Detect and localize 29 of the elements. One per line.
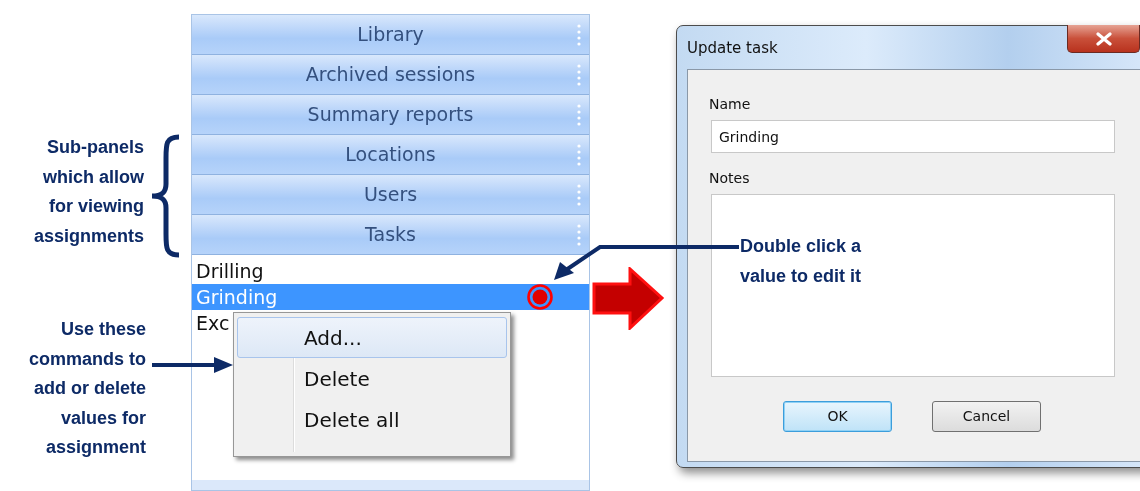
- grip-icon: [577, 104, 581, 126]
- grip-icon: [577, 224, 581, 246]
- field-label: Name: [709, 95, 751, 114]
- grip-icon: [577, 64, 581, 86]
- dialog-button[interactable]: OK: [783, 401, 892, 432]
- annotation-text: Use these commands to add or delete values for assignment: [28, 318, 146, 459]
- panel-section-header[interactable]: Users: [192, 175, 589, 215]
- panel-section-header[interactable]: Tasks: [192, 215, 589, 255]
- grip-icon: [577, 24, 581, 46]
- grip-icon: [577, 144, 581, 166]
- notes-field[interactable]: [711, 194, 1115, 377]
- grip-icon: [577, 184, 581, 206]
- panel-section-header[interactable]: Locations: [192, 135, 589, 175]
- field-label: Notes: [709, 169, 750, 188]
- menu-item[interactable]: Add...: [237, 317, 507, 358]
- window-title: Update task: [687, 38, 778, 59]
- close-icon: [1095, 31, 1112, 46]
- dialog-button[interactable]: Cancel: [932, 401, 1041, 432]
- annotation-text: Sub-panels which allow for viewing assignments: [33, 136, 144, 248]
- panel-section-header[interactable]: Archived sessions: [192, 55, 589, 95]
- menu-item[interactable]: Delete: [237, 358, 507, 399]
- list-item[interactable]: Drilling: [192, 258, 589, 284]
- panel-section-header[interactable]: Library: [192, 15, 589, 55]
- panel-section-header[interactable]: Summary reports: [192, 95, 589, 135]
- target-marker-icon: [527, 284, 553, 310]
- name-field[interactable]: Grinding: [711, 120, 1115, 153]
- close-button[interactable]: [1067, 25, 1140, 53]
- menu-item[interactable]: Delete all: [237, 399, 507, 440]
- annotation-text: Double click a value to edit it: [740, 235, 862, 288]
